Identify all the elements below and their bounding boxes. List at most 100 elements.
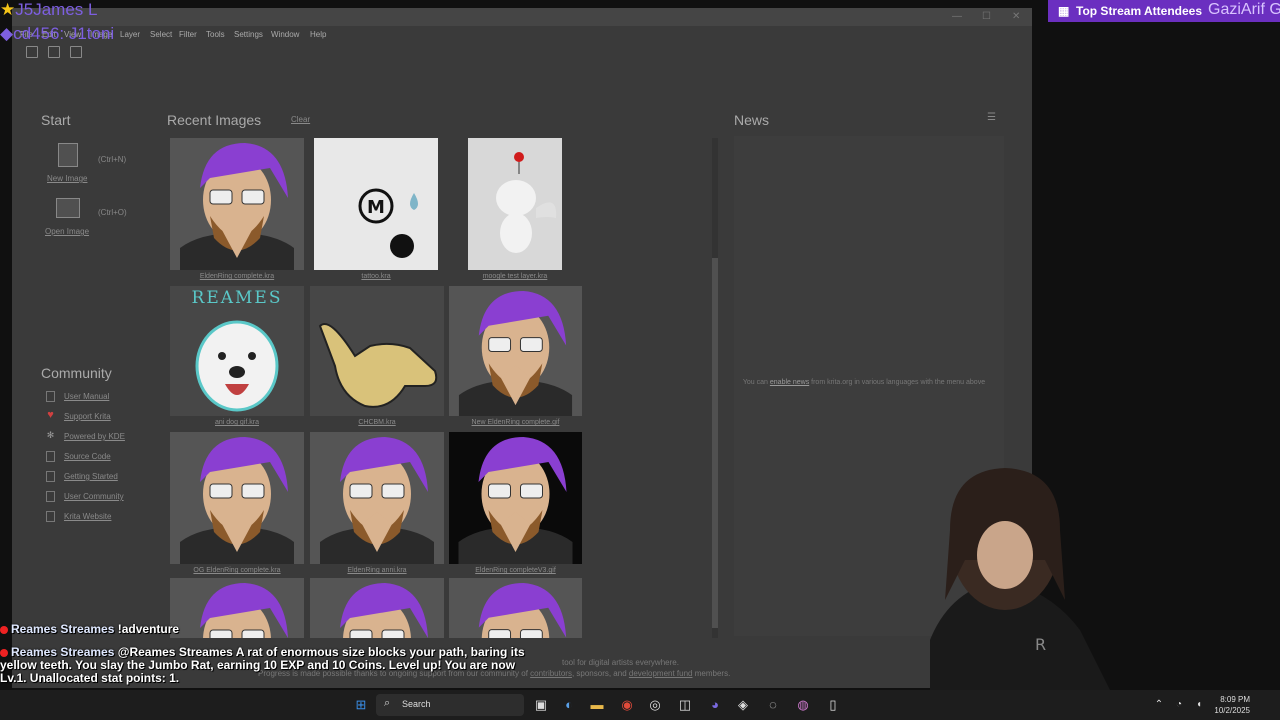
chat-text: yellow teeth. You slay the Jumbo Rat, ea… xyxy=(0,658,516,672)
minimize-icon[interactable]: — xyxy=(952,11,962,22)
recent-image-thumb[interactable]: REAMES xyxy=(170,286,304,416)
menu-select[interactable]: Select xyxy=(150,30,172,39)
menu-layer[interactable]: Layer xyxy=(120,30,140,39)
edge-icon[interactable]: ◐ xyxy=(560,696,578,714)
recent-image-thumb[interactable] xyxy=(170,138,304,270)
recent-image-label[interactable]: moogle test layer.kra xyxy=(468,273,562,280)
recent-image-label[interactable]: New EldenRing complete.gif xyxy=(449,419,582,426)
recent-image-thumb[interactable] xyxy=(449,432,582,564)
bookmark-icon xyxy=(46,511,55,522)
task-view-icon[interactable]: ▣ xyxy=(532,696,550,714)
chat-text: !adventure xyxy=(117,622,180,636)
title-bar: — ☐ ✕ xyxy=(12,8,1032,26)
star-icon: ★ xyxy=(0,0,16,19)
open-image-link[interactable]: Open Image xyxy=(45,227,89,236)
menu-settings[interactable]: Settings xyxy=(234,30,263,39)
search-icon: ⌕ xyxy=(384,697,391,709)
open-folder-icon[interactable] xyxy=(56,198,80,218)
recent-image-thumb[interactable] xyxy=(170,578,304,638)
recent-image-thumb[interactable] xyxy=(170,432,304,564)
news-title: News xyxy=(734,112,770,128)
community-title: Community xyxy=(41,365,112,381)
steam-icon[interactable]: ◌ xyxy=(764,696,782,714)
recent-image-thumb[interactable] xyxy=(310,286,444,416)
diamond-icon: ◆ xyxy=(0,24,14,43)
recent-image-thumb[interactable] xyxy=(468,138,562,270)
menu-tools[interactable]: Tools xyxy=(206,30,225,39)
kde-gear-icon: ✻ xyxy=(46,430,55,440)
clear-recent-button[interactable]: Clear xyxy=(291,115,310,124)
taskbar-clock[interactable]: 8:09 PM 10/2/2025 xyxy=(1214,694,1250,716)
bookmark-icon xyxy=(46,491,55,502)
recent-image-label[interactable]: EldenRing complete.kra xyxy=(170,273,304,280)
enable-news-link[interactable]: enable news xyxy=(770,379,809,386)
recent-image-label[interactable]: EldenRing completeV3.gif xyxy=(449,567,582,574)
new-doc-icon[interactable] xyxy=(26,46,38,58)
recent-image-label[interactable]: EldenRing anni.kra xyxy=(310,567,444,574)
open-folder-icon[interactable] xyxy=(48,46,60,58)
recent-images-title: Recent Images xyxy=(167,112,262,128)
chat-message: Reames Streames @Reames Streames A rat o… xyxy=(0,645,525,659)
discord-icon[interactable]: ◕ xyxy=(706,696,724,714)
app-icon[interactable]: ◈ xyxy=(734,696,752,714)
chat-badge-icon xyxy=(0,648,8,657)
heart-icon: ♥ xyxy=(47,409,54,421)
start-title: Start xyxy=(41,112,71,128)
news-message: You can enable news from krita.org in va… xyxy=(742,379,986,386)
recent-image-thumb[interactable] xyxy=(449,578,582,638)
top-attendees-banner: ▦ Top Stream Attendees GaziArif Ga xyxy=(1048,0,1280,22)
chrome-icon[interactable]: ◉ xyxy=(618,696,636,714)
maximize-icon[interactable]: ☐ xyxy=(982,11,991,22)
chat-badge-icon xyxy=(0,625,8,634)
contributors-link[interactable]: contributors xyxy=(530,669,572,678)
bookmark-icon xyxy=(46,391,55,402)
menu-window[interactable]: Window xyxy=(271,30,299,39)
footer-line1: tool for digital artists everywhere. xyxy=(562,658,679,667)
news-menu-icon[interactable]: ☰ xyxy=(987,112,996,123)
windows-start-icon[interactable]: ⊞ xyxy=(352,696,370,714)
network-icon[interactable]: ◔ xyxy=(1170,696,1188,714)
development-fund-link[interactable]: development fund xyxy=(629,669,693,678)
notepad-icon[interactable]: ▯ xyxy=(824,696,842,714)
recent-image-thumb[interactable]: M xyxy=(314,138,438,270)
menu-help[interactable]: Help xyxy=(310,30,326,39)
recent-image-label[interactable]: CHCBM.kra xyxy=(310,419,444,426)
bookmark-icon xyxy=(46,471,55,482)
recent-image-label[interactable]: tattoo.kra xyxy=(314,273,438,280)
overlay-name-2: ◆cd456: J1toni xyxy=(0,24,115,43)
new-image-shortcut: (Ctrl+N) xyxy=(98,155,127,164)
open-image-shortcut: (Ctrl+O) xyxy=(98,208,127,217)
building-icon: ▦ xyxy=(1058,4,1070,18)
reames-text: REAMES xyxy=(191,288,283,308)
chat-username: Reames Streames xyxy=(11,645,115,659)
new-image-icon[interactable] xyxy=(58,143,78,167)
recent-image-thumb[interactable] xyxy=(310,432,444,564)
recent-scrollbar[interactable] xyxy=(712,138,718,638)
scrollbar-thumb[interactable] xyxy=(712,258,718,628)
taskbar: ⊞ ⌕ Search ▣ ◐ ▬ ◉ ◎ ◫ ◕ ◈ ◌ ◍ ▯ ⌃ ◔ ◖ 8… xyxy=(0,690,1280,720)
chat-username: Reames Streames xyxy=(11,622,115,636)
chat-text: @Reames Streames A rat of enormous size … xyxy=(117,645,525,659)
close-icon[interactable]: ✕ xyxy=(1012,11,1020,22)
save-icon[interactable] xyxy=(70,46,82,58)
new-image-link[interactable]: New Image xyxy=(47,174,87,183)
chat-text: Lv.1. Unallocated stat points: 1. xyxy=(0,671,180,685)
file-explorer-icon[interactable]: ▬ xyxy=(588,696,606,714)
obs-icon[interactable]: ◎ xyxy=(646,696,664,714)
chat-message: Lv.1. Unallocated stat points: 1. xyxy=(0,671,179,685)
recent-image-thumb[interactable] xyxy=(310,578,444,638)
svg-text:R: R xyxy=(1035,635,1046,654)
volume-icon[interactable]: ◖ xyxy=(1190,696,1208,714)
recent-image-label[interactable]: OG EldenRing complete.kra xyxy=(170,567,304,574)
tray-chevron-icon[interactable]: ⌃ xyxy=(1150,696,1168,714)
store-icon[interactable]: ◫ xyxy=(676,696,694,714)
recent-image-thumb[interactable] xyxy=(449,286,582,416)
taskbar-search[interactable]: ⌕ Search xyxy=(376,694,524,716)
menu-bar: File Edit View Image Layer Select Filter… xyxy=(12,26,1032,42)
krita-icon[interactable]: ◍ xyxy=(794,696,812,714)
krita-window: — ☐ ✕ File Edit View Image Layer Select … xyxy=(12,8,1032,688)
chat-message: Reames Streames !adventure xyxy=(0,622,179,636)
svg-text:M: M xyxy=(367,197,385,218)
recent-image-label[interactable]: ani dog gif.kra xyxy=(170,419,304,426)
menu-filter[interactable]: Filter xyxy=(179,30,197,39)
